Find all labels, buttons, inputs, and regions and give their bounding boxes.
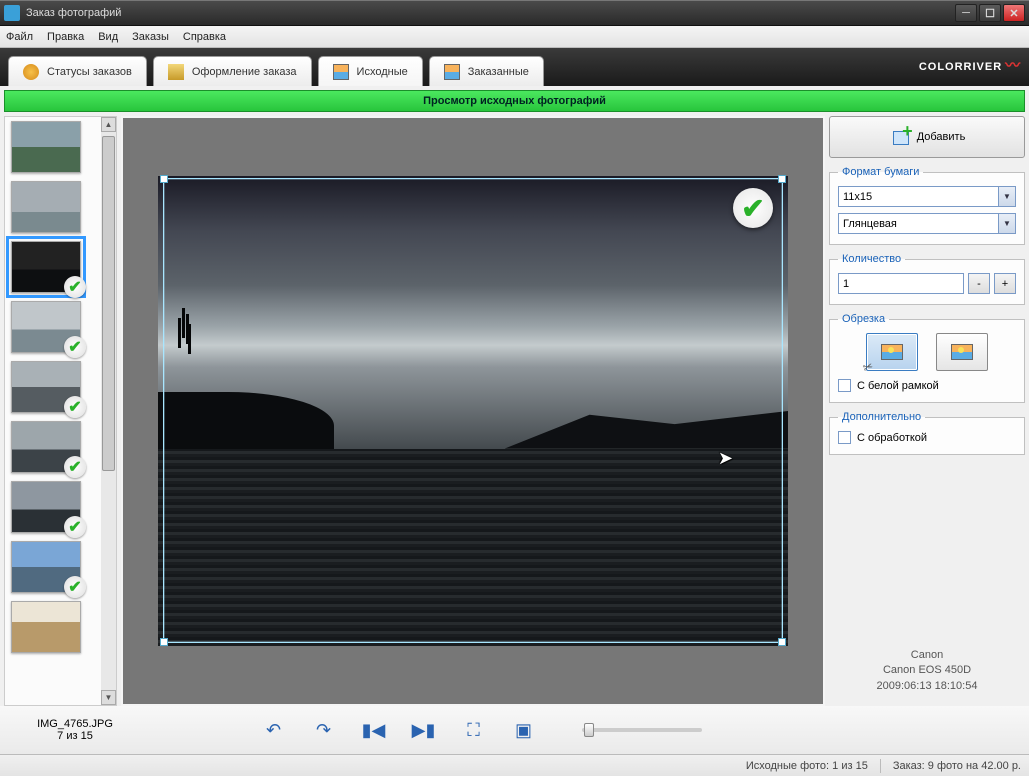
crop-legend: Обрезка	[838, 313, 889, 325]
order-icon	[168, 64, 184, 80]
dropdown-icon: ▼	[998, 214, 1015, 233]
thumbnail-strip: ✔✔✔✔✔✔ ▲ ▼	[4, 116, 117, 706]
extra-group: Дополнительно С обработкой	[829, 411, 1025, 455]
menu-view[interactable]: Вид	[98, 31, 118, 43]
filename-block: IMG_4765.JPG 7 из 15	[10, 718, 140, 742]
file-index: 7 из 15	[10, 730, 140, 742]
white-frame-label: С белой рамкой	[857, 380, 939, 392]
status-icon	[23, 64, 39, 80]
tab-label: Оформление заказа	[192, 66, 297, 78]
crop-group: Обрезка ✂ С белой рамкой	[829, 313, 1025, 403]
paper-size-select[interactable]: 11x15 ▼	[838, 186, 1016, 207]
status-order: Заказ: 9 фото на 42.00 р.	[893, 760, 1021, 772]
thumbnail[interactable]	[11, 181, 81, 233]
paper-format-legend: Формат бумаги	[838, 166, 923, 178]
tab-checkout[interactable]: Оформление заказа	[153, 56, 312, 86]
toolbar: Статусы заказов Оформление заказа Исходн…	[0, 48, 1029, 86]
crop-handle-ne[interactable]	[778, 175, 786, 183]
menu-file[interactable]: Файл	[6, 31, 33, 43]
section-banner: Просмотр исходных фотографий	[4, 90, 1025, 112]
tab-label: Заказанные	[468, 66, 529, 78]
app-icon	[4, 5, 20, 21]
menu-edit[interactable]: Правка	[47, 31, 84, 43]
check-icon: ✔	[64, 336, 86, 358]
preview-footer: IMG_4765.JPG 7 из 15 ↶ ↷ ▮◀ ▶▮ ⛶ ▣	[0, 706, 1029, 754]
processing-checkbox[interactable]	[838, 431, 851, 444]
statusbar: Исходные фото: 1 из 15 Заказ: 9 фото на …	[0, 754, 1029, 776]
crop-mode-cut[interactable]: ✂	[866, 333, 918, 371]
check-icon: ✔	[64, 396, 86, 418]
status-source-count: Исходные фото: 1 из 15	[746, 760, 868, 772]
quantity-increment[interactable]: +	[994, 273, 1016, 294]
preview-stage[interactable]: ✔ ➤	[123, 118, 823, 704]
menubar: Файл Правка Вид Заказы Справка	[0, 26, 1029, 48]
add-button[interactable]: Добавить	[829, 116, 1025, 158]
thumbnail[interactable]	[11, 121, 81, 173]
rotate-cw-button[interactable]: ↷	[312, 718, 336, 742]
source-icon	[333, 64, 349, 80]
menu-help[interactable]: Справка	[183, 31, 226, 43]
titlebar: Заказ фотографий ─ ☐ ✕	[0, 0, 1029, 26]
paper-format-group: Формат бумаги 11x15 ▼ Глянцевая ▼	[829, 166, 1025, 245]
tab-label: Статусы заказов	[47, 66, 132, 78]
thumbnail[interactable]	[11, 601, 81, 653]
prev-photo-button[interactable]: ▮◀	[362, 718, 386, 742]
brand-logo: COLORRIVER〰	[915, 48, 1025, 86]
dropdown-icon: ▼	[998, 187, 1015, 206]
crop-mode-fit[interactable]	[936, 333, 988, 371]
next-photo-button[interactable]: ▶▮	[412, 718, 436, 742]
check-icon: ✔	[64, 576, 86, 598]
add-photo-icon	[889, 127, 909, 147]
processing-label: С обработкой	[857, 432, 927, 444]
options-panel: Добавить Формат бумаги 11x15 ▼ Глянцевая…	[829, 116, 1025, 706]
zoom-slider[interactable]	[582, 728, 702, 732]
white-frame-checkbox[interactable]	[838, 379, 851, 392]
close-button[interactable]: ✕	[1003, 4, 1025, 22]
quantity-decrement[interactable]: -	[968, 273, 990, 294]
thumbnail[interactable]: ✔	[11, 361, 81, 413]
crop-handle-nw[interactable]	[160, 175, 168, 183]
window-title: Заказ фотографий	[26, 7, 955, 19]
cursor-icon: ➤	[718, 448, 733, 469]
ordered-icon	[444, 64, 460, 80]
quantity-legend: Количество	[838, 253, 905, 265]
thumbnail[interactable]: ✔	[11, 241, 81, 293]
selected-check-icon: ✔	[733, 188, 773, 228]
tab-label: Исходные	[357, 66, 408, 78]
check-icon: ✔	[64, 516, 86, 538]
thumbnail[interactable]: ✔	[11, 541, 81, 593]
crop-frame[interactable]	[163, 178, 783, 643]
scroll-down-button[interactable]: ▼	[101, 690, 116, 705]
quantity-group: Количество 1 - +	[829, 253, 1025, 305]
camera-info: Canon Canon EOS 450D 2009:06:13 18:10:54	[829, 648, 1025, 694]
preview-pane: ✔ ➤	[121, 116, 825, 706]
fit-screen-button[interactable]: ⛶	[462, 718, 486, 742]
paper-finish-select[interactable]: Глянцевая ▼	[838, 213, 1016, 234]
thumbnail[interactable]: ✔	[11, 421, 81, 473]
crop-handle-sw[interactable]	[160, 638, 168, 646]
tab-statuses[interactable]: Статусы заказов	[8, 56, 147, 86]
thumbnail[interactable]: ✔	[11, 481, 81, 533]
tab-source[interactable]: Исходные	[318, 56, 423, 86]
actual-size-button[interactable]: ▣	[512, 718, 536, 742]
thumbnail[interactable]: ✔	[11, 301, 81, 353]
check-icon: ✔	[64, 456, 86, 478]
scissors-icon: ✂	[861, 359, 875, 376]
thumbnail-scrollbar[interactable]: ▲ ▼	[101, 117, 116, 705]
add-label: Добавить	[917, 131, 966, 143]
rotate-ccw-button[interactable]: ↶	[262, 718, 286, 742]
extra-legend: Дополнительно	[838, 411, 925, 423]
filename: IMG_4765.JPG	[10, 718, 140, 730]
tab-ordered[interactable]: Заказанные	[429, 56, 544, 86]
minimize-button[interactable]: ─	[955, 4, 977, 22]
scroll-up-button[interactable]: ▲	[101, 117, 116, 132]
maximize-button[interactable]: ☐	[979, 4, 1001, 22]
crop-handle-se[interactable]	[778, 638, 786, 646]
check-icon: ✔	[64, 276, 86, 298]
menu-orders[interactable]: Заказы	[132, 31, 169, 43]
quantity-input[interactable]: 1	[838, 273, 964, 294]
